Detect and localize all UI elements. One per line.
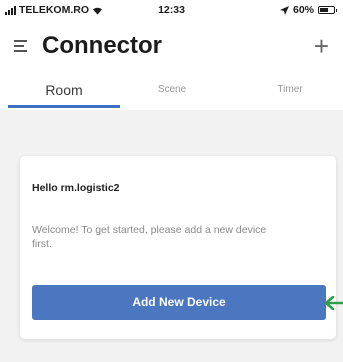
welcome-card: Hello rm.logistic2 Welcome! To get start… [20, 156, 336, 339]
app-header: Connector + [0, 30, 343, 64]
add-new-device-button[interactable]: Add New Device [32, 285, 326, 320]
welcome-message: Welcome! To get started, please add a ne… [32, 224, 267, 250]
tab-room[interactable]: Room [8, 76, 120, 110]
battery-icon [318, 6, 337, 14]
tab-scene-label: Scene [157, 84, 187, 95]
tab-scene[interactable]: Scene [120, 76, 224, 110]
tab-active-indicator [8, 105, 120, 108]
tab-timer[interactable]: Timer [240, 76, 340, 110]
page-title: Connector [42, 32, 162, 59]
plus-icon[interactable]: + [314, 33, 329, 59]
location-arrow-icon [279, 5, 289, 15]
tab-bar: Room Scene Timer [0, 76, 343, 110]
menu-icon[interactable] [14, 40, 27, 52]
battery-percent: 60% [292, 4, 314, 16]
greeting-text: Hello rm.logistic2 [32, 182, 120, 194]
status-bar: TELEKOM.RO 12:33 60% [0, 0, 343, 22]
status-right: 60% [279, 4, 337, 16]
tab-timer-label: Timer [277, 84, 303, 95]
annotation-arrow-icon [324, 296, 343, 310]
top-bar: TELEKOM.RO 12:33 60% Connector + Room Sc… [0, 0, 343, 110]
battery-fill [320, 8, 328, 12]
tab-room-label: Room [45, 82, 83, 98]
